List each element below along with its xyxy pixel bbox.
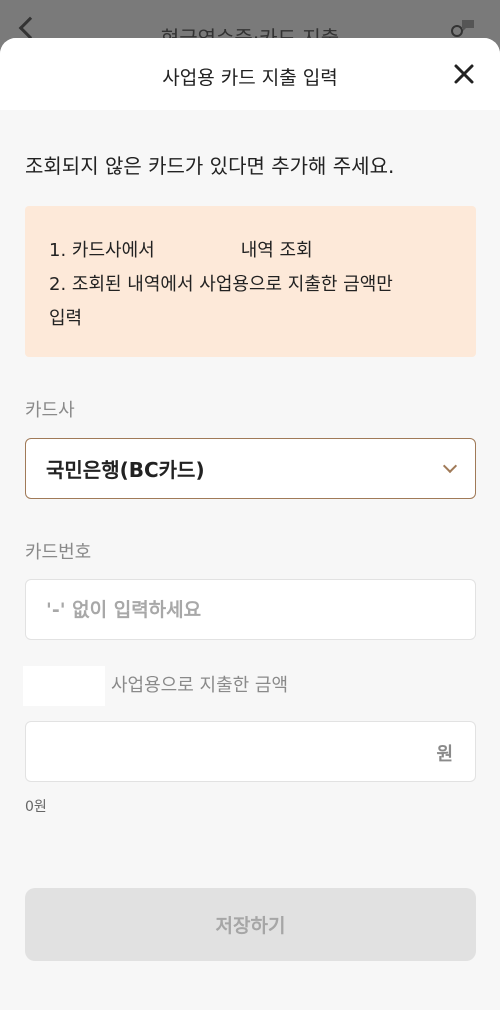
notice-line-1: 1. 카드사에서 내역 조회 <box>49 234 452 268</box>
chevron-down-icon <box>442 458 458 474</box>
intro-text: 조회되지 않은 카드가 있다면 추가해 주세요. <box>25 154 395 178</box>
currency-suffix: 원 <box>436 744 453 765</box>
redacted-area <box>23 666 105 706</box>
card-number-field-wrapper <box>25 579 476 640</box>
close-icon[interactable] <box>450 60 478 88</box>
notice-line-1-suffix: 내역 조회 <box>240 240 313 261</box>
amount-label: 사업용으로 지출한 금액 <box>23 666 289 706</box>
notice-line-3: 입력 <box>49 308 83 329</box>
card-company-label: 카드사 <box>25 400 75 421</box>
amount-input[interactable] <box>26 722 475 781</box>
redacted-area <box>154 241 241 261</box>
card-company-select[interactable]: 국민은행(BC카드) <box>25 438 476 499</box>
card-number-label: 카드번호 <box>25 542 92 563</box>
save-button[interactable]: 저장하기 <box>25 888 476 961</box>
card-number-input[interactable] <box>26 580 475 639</box>
background-header: 현금영수증·카드 지출 <box>0 0 500 50</box>
amount-sum-text: 0원 <box>25 799 47 815</box>
chat-bot-icon <box>451 20 474 37</box>
notice-line-2: 2. 조회된 내역에서 사업용으로 지출한 금액만 <box>49 274 393 295</box>
notice-box: 1. 카드사에서 내역 조회 2. 조회된 내역에서 사업용으로 지출한 금액만 … <box>25 206 476 357</box>
sheet-header: 사업용 카드 지출 입력 <box>0 38 500 110</box>
card-company-value: 국민은행(BC카드) <box>46 458 205 482</box>
sheet-title: 사업용 카드 지출 입력 <box>162 67 338 89</box>
notice-line-1-prefix: 1. 카드사에서 <box>49 240 155 261</box>
amount-field-wrapper: 원 <box>25 721 476 782</box>
bottom-sheet: 사업용 카드 지출 입력 조회되지 않은 카드가 있다면 추가해 주세요. 1.… <box>0 38 500 1010</box>
amount-label-text: 사업용으로 지출한 금액 <box>111 675 289 696</box>
